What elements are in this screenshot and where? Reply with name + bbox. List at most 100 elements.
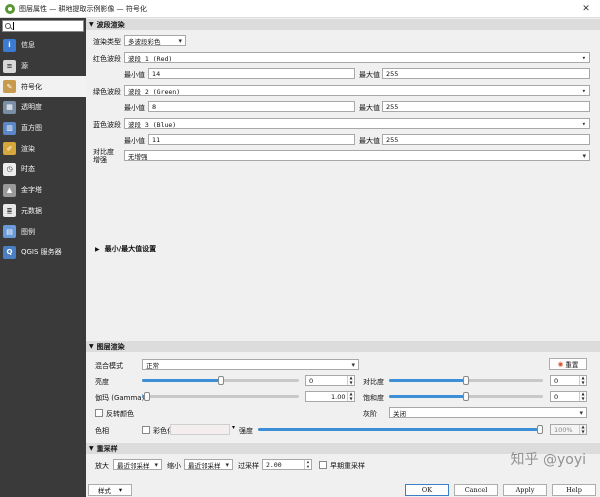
blue-band-label: 蓝色波段 xyxy=(93,121,121,129)
sidebar-item-label: 金字塔 xyxy=(21,186,42,195)
gamma-spinbox[interactable]: 1.00 ▲ ▼ xyxy=(305,391,355,402)
blue-band-select[interactable]: 波段 3 (Blue) xyxy=(124,118,590,129)
contrast-spinbox[interactable]: 0 ▲ ▼ xyxy=(550,375,587,386)
sidebar-item[interactable]: ▤ 图例 xyxy=(0,221,86,242)
colorize-checkbox[interactable] xyxy=(142,426,150,434)
slider-fill xyxy=(142,379,221,382)
style-menu-button[interactable]: 样式 ▾ xyxy=(88,484,132,496)
brightness-slider[interactable] xyxy=(142,375,299,386)
sidebar-item[interactable]: ✎ 符号化 xyxy=(0,76,86,98)
window-title: 图层属性 — 耕地提取示例影像 — 符号化 xyxy=(19,4,147,13)
hue-label: 色相 xyxy=(95,427,109,435)
zoom-in-label: 放大 xyxy=(95,462,109,470)
minmax-settings-toggle[interactable]: ▶ 最小/最大值设置 xyxy=(95,244,156,254)
title-bar: 图层属性 — 耕地提取示例影像 — 符号化 ✕ xyxy=(0,0,600,18)
invert-colors-checkbox[interactable] xyxy=(95,409,103,417)
window-controls: ✕ xyxy=(572,0,600,18)
zoom-out-resampling-select[interactable]: 最近邻采样 xyxy=(184,459,233,470)
apply-button[interactable]: Apply xyxy=(503,484,547,496)
contrast-enhancement-select[interactable]: 无增强 xyxy=(124,150,590,161)
sidebar-item[interactable]: ▥ 直方图 xyxy=(0,118,86,139)
color-dropdown-icon[interactable]: ▾ xyxy=(232,424,235,431)
sidebar-item-label: 源 xyxy=(21,62,28,71)
sidebar-item[interactable]: ▦ 透明度 xyxy=(0,97,86,118)
red-max-input[interactable]: 255 xyxy=(382,68,590,79)
sidebar-item[interactable]: ▲ 金字塔 xyxy=(0,180,86,201)
saturation-slider[interactable] xyxy=(389,391,543,402)
reset-label: 重置 xyxy=(565,361,579,369)
band-render-header[interactable]: ▼ 波段渲染 xyxy=(86,19,600,30)
transparency-icon: ▦ xyxy=(3,100,16,114)
grayscale-select[interactable]: 关闭 xyxy=(389,407,587,418)
sidebar-item[interactable]: ≡ 源 xyxy=(0,56,86,77)
sidebar-item-label: 信息 xyxy=(21,41,35,50)
slider-handle[interactable] xyxy=(143,392,150,401)
green-min-label: 最小值 xyxy=(124,104,145,112)
sidebar-item[interactable]: ✐ 渲染 xyxy=(0,138,86,159)
sidebar-item[interactable]: i 信息 xyxy=(0,35,86,56)
gamma-slider[interactable] xyxy=(142,391,299,402)
qgis-logo-icon xyxy=(5,3,15,14)
help-button[interactable]: Help xyxy=(552,484,596,496)
blue-min-input[interactable]: 11 xyxy=(148,134,355,145)
blue-min-label: 最小值 xyxy=(124,137,145,145)
search-input[interactable] xyxy=(2,20,84,32)
ok-button[interactable]: OK xyxy=(405,484,449,496)
slider-handle[interactable] xyxy=(463,392,469,401)
red-band-label: 红色波段 xyxy=(93,55,121,63)
spin-arrows-icon[interactable]: ▲ ▼ xyxy=(579,424,586,434)
sidebar-item[interactable]: ◷ 时态 xyxy=(0,159,86,180)
slider-fill xyxy=(389,395,466,398)
slider-fill xyxy=(389,379,466,382)
histogram-icon: ▥ xyxy=(3,121,16,135)
slider-handle[interactable] xyxy=(463,376,469,385)
green-min-input[interactable]: 8 xyxy=(148,101,355,112)
sidebar-item[interactable]: ≣ 元数据 xyxy=(0,201,86,222)
reset-button[interactable]: ◉ 重置 xyxy=(549,358,587,370)
saturation-spinbox[interactable]: 0 ▲ ▼ xyxy=(550,391,587,402)
blue-max-input[interactable]: 255 xyxy=(382,134,590,145)
spin-arrows-icon[interactable]: ▲ ▼ xyxy=(579,391,586,401)
info-icon: i xyxy=(3,38,16,52)
slider-handle[interactable] xyxy=(537,425,543,434)
strength-spinbox[interactable]: 100% ▲ ▼ xyxy=(550,424,587,435)
layer-render-header[interactable]: ▼ 图层渲染 xyxy=(86,341,600,352)
slider-handle[interactable] xyxy=(217,376,224,385)
blend-mode-select[interactable]: 正常 xyxy=(142,359,359,370)
reset-icon: ◉ xyxy=(557,360,564,368)
sidebar-item[interactable]: Q QGIS 服务器 xyxy=(0,242,86,263)
green-band-select[interactable]: 波段 2 (Green) xyxy=(124,85,590,96)
green-max-label: 最大值 xyxy=(359,104,380,112)
slider-fill xyxy=(258,428,540,431)
red-band-select[interactable]: 波段 1 (Red) xyxy=(124,52,590,63)
red-min-input[interactable]: 14 xyxy=(148,68,355,79)
strength-slider[interactable] xyxy=(258,424,543,435)
cancel-button[interactable]: Cancel xyxy=(454,484,498,496)
zoom-in-resampling-select[interactable]: 最近邻采样 xyxy=(113,459,162,470)
close-icon[interactable]: ✕ xyxy=(572,0,600,18)
contrast-slider[interactable] xyxy=(389,375,543,386)
collapse-triangle-icon: ▼ xyxy=(89,21,94,28)
spin-arrows-icon[interactable]: ▲ ▼ xyxy=(347,391,354,401)
green-max-input[interactable]: 255 xyxy=(382,101,590,112)
render-type-select[interactable]: 多波段彩色 xyxy=(124,35,186,46)
collapse-triangle-icon: ▼ xyxy=(89,445,94,452)
early-resampling-label: 早期重采样 xyxy=(330,462,365,470)
blend-mode-label: 混合模式 xyxy=(95,362,123,370)
layer-render-title: 图层渲染 xyxy=(96,342,125,351)
rendering-icon: ✐ xyxy=(3,142,16,156)
spin-arrows-icon[interactable]: ▲ ▼ xyxy=(579,375,586,385)
contrast-value: 0 xyxy=(554,376,559,385)
brightness-spinbox[interactable]: 0 ▲ ▼ xyxy=(305,375,355,386)
colorize-color-button[interactable] xyxy=(170,424,230,435)
source-icon: ≡ xyxy=(3,59,16,73)
main-panel: ▼ 波段渲染 渲染类型 多波段彩色 红色波段 波段 1 (Red) 最小值 14… xyxy=(86,18,600,497)
red-min-label: 最小值 xyxy=(124,71,145,79)
collapse-triangle-icon: ▼ xyxy=(89,343,94,350)
early-resampling-checkbox[interactable] xyxy=(319,461,327,469)
spin-arrows-icon[interactable]: ▲ ▼ xyxy=(304,459,311,469)
search-icon xyxy=(5,23,11,29)
clock-icon: ◷ xyxy=(3,162,16,176)
spin-arrows-icon[interactable]: ▲ ▼ xyxy=(347,375,354,385)
oversampling-spinbox[interactable]: 2.00 ▲ ▼ xyxy=(262,459,312,470)
